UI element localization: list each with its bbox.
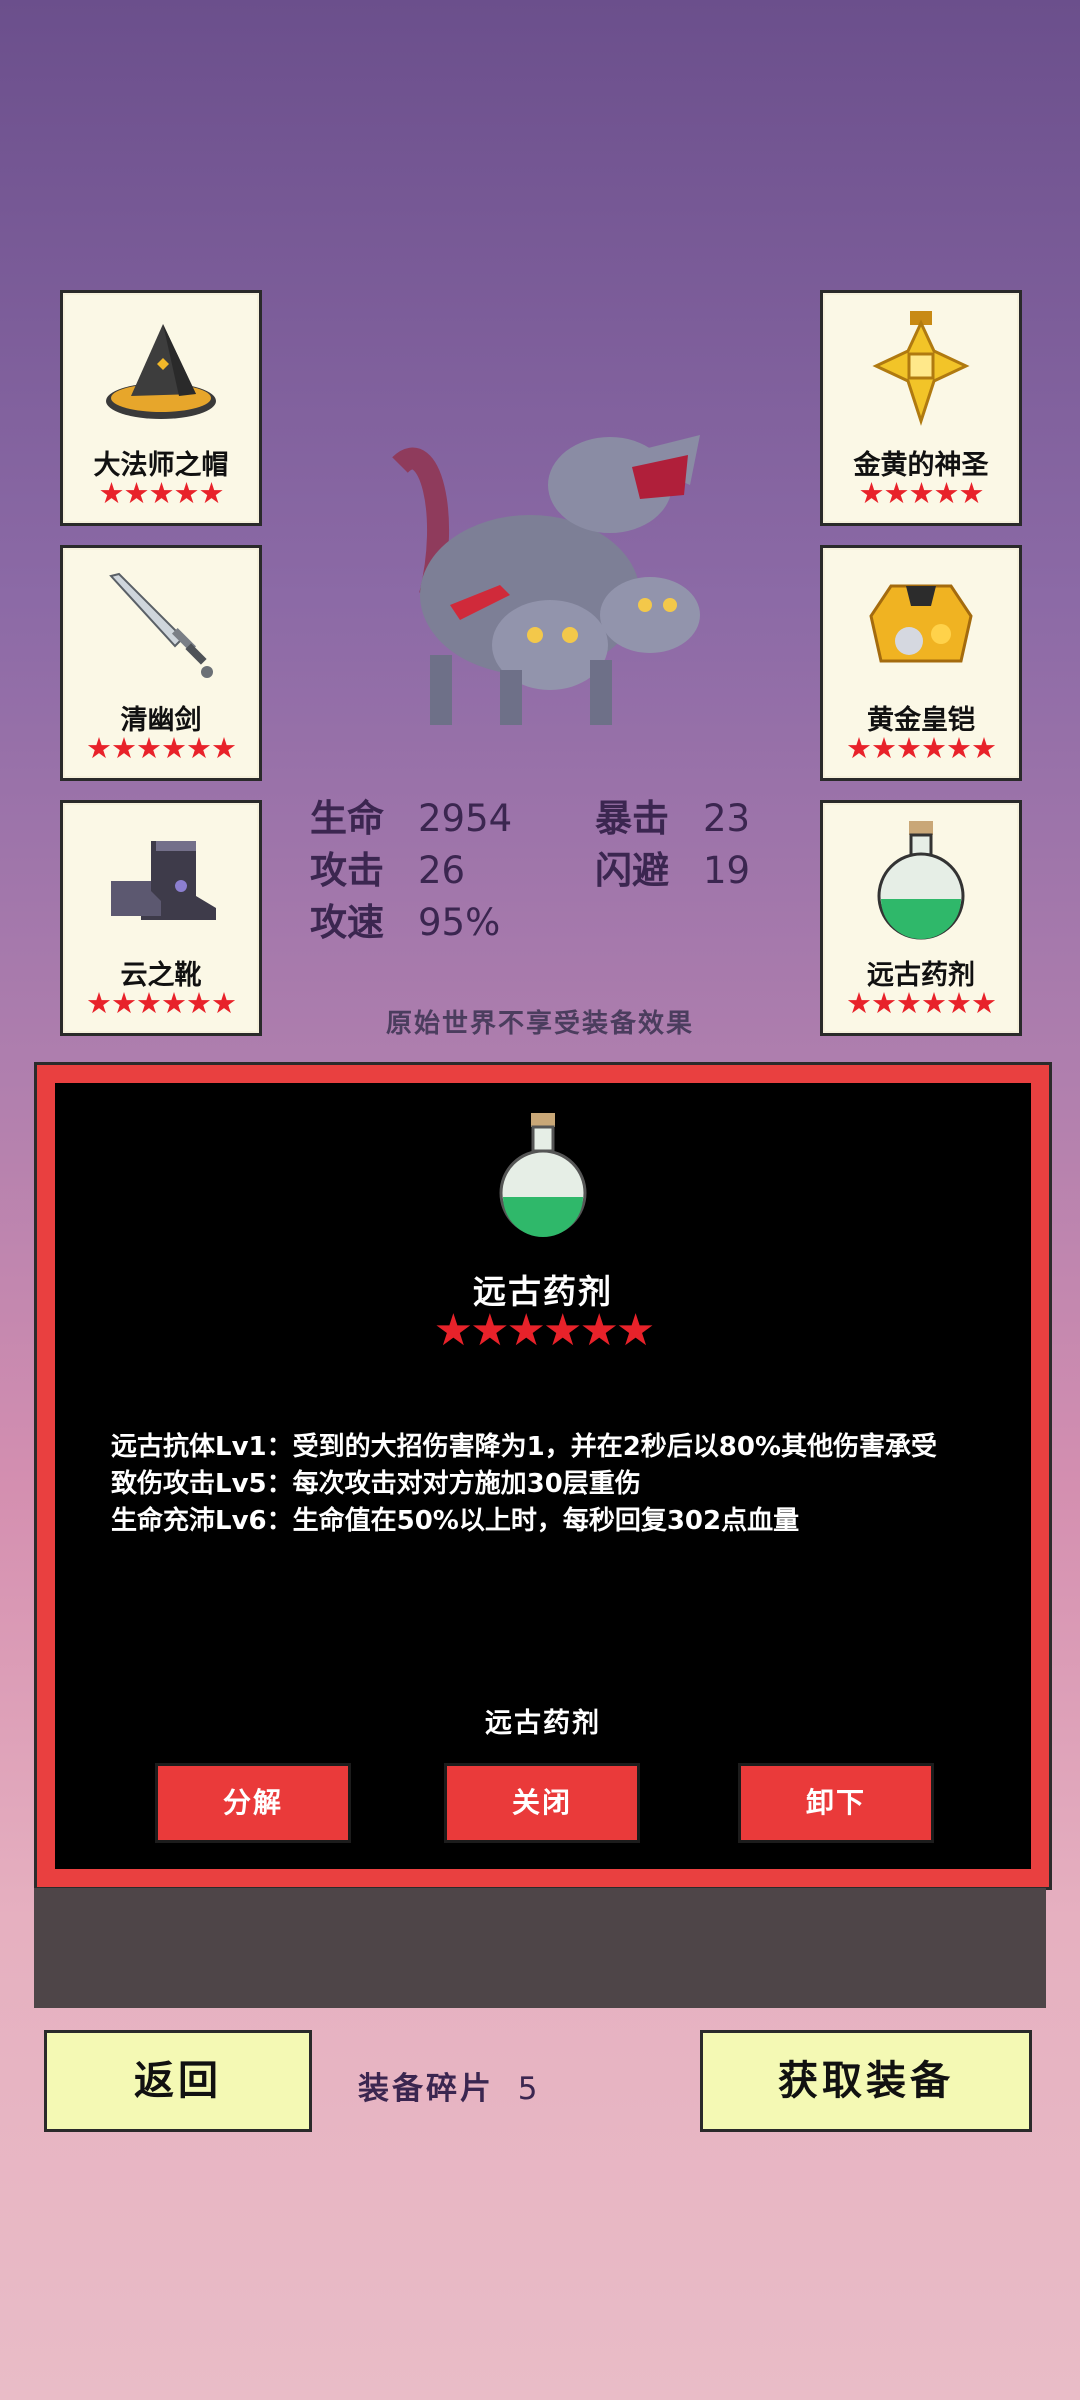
stat-label: 生命	[310, 797, 384, 840]
item-effect-line: 生命充沛Lv6：生命值在50%以上时，每秒回复302点血量	[111, 1506, 800, 1536]
unequip-button[interactable]: 卸下	[738, 1763, 934, 1843]
item-detail-panel: 远古药剂 ★★★★★★ 远古抗体Lv1：受到的大招伤害降为1，并在2秒后以80%…	[34, 1062, 1052, 1890]
item-effect-line: 致伤攻击Lv5：每次攻击对对方施加30层重伤	[111, 1469, 641, 1499]
sword-icon	[63, 566, 259, 686]
stat-dodge: 闪避 19	[595, 840, 750, 894]
world-notice: 原始世界不享受装备效果	[385, 1009, 694, 1039]
character-sprite	[370, 395, 720, 745]
stat-label: 攻击	[310, 849, 384, 892]
item-detail-body: 远古药剂 ★★★★★★ 远古抗体Lv1：受到的大招伤害降为1，并在2秒后以80%…	[55, 1083, 1031, 1869]
equip-stars: ★★★★★	[858, 476, 985, 510]
stat-hp: 生命 2954	[310, 788, 512, 842]
three-headed-dragon-icon	[392, 435, 700, 725]
stat-label: 攻速	[310, 901, 384, 944]
stat-value: 23	[703, 797, 751, 840]
stat-label: 闪避	[595, 849, 669, 892]
equip-stars: ★★★★★★	[846, 731, 997, 765]
get-equipment-button[interactable]: 获取装备	[700, 2030, 1032, 2132]
stat-value: 2954	[418, 797, 513, 840]
fragments-label: 装备碎片	[358, 2071, 494, 2107]
panel-footer-bar	[34, 1888, 1046, 2008]
holy-cross-icon	[823, 311, 1019, 431]
item-footer-name: 远古药剂	[485, 1708, 601, 1739]
equip-slot-sword[interactable]: 清幽剑 ★★★★★★	[60, 545, 262, 781]
stat-value: 95%	[418, 901, 501, 944]
stat-value: 26	[418, 849, 466, 892]
potion-icon	[823, 821, 1019, 941]
equip-stars: ★★★★★	[98, 476, 225, 510]
back-button[interactable]: 返回	[44, 2030, 312, 2132]
equip-slot-hat[interactable]: 大法师之帽 ★★★★★	[60, 290, 262, 526]
equip-slot-armor[interactable]: 黄金皇铠 ★★★★★★	[820, 545, 1022, 781]
stat-crit: 暴击 23	[595, 788, 750, 842]
fragments-value: 5	[517, 2071, 541, 2107]
equip-slot-potion[interactable]: 远古药剂 ★★★★★★	[820, 800, 1022, 1036]
item-effect-line: 远古抗体Lv1：受到的大招伤害降为1，并在2秒后以80%其他伤害承受	[111, 1432, 938, 1462]
equip-slot-boots[interactable]: 云之靴 ★★★★★★	[60, 800, 262, 1036]
wizard-hat-icon	[63, 311, 259, 431]
boots-icon	[63, 821, 259, 941]
stat-atk: 攻击 26	[310, 840, 465, 894]
item-description: 远古抗体Lv1：受到的大招伤害降为1，并在2秒后以80%其他伤害承受 致伤攻击L…	[111, 1429, 975, 1540]
stat-speed: 攻速 95%	[310, 892, 500, 946]
stat-value: 19	[703, 849, 751, 892]
equip-slot-holy[interactable]: 金黄的神圣 ★★★★★	[820, 290, 1022, 526]
close-button[interactable]: 关闭	[444, 1763, 640, 1843]
potion-icon	[55, 1113, 1031, 1238]
equip-stars: ★★★★★★	[86, 731, 237, 765]
decompose-button[interactable]: 分解	[155, 1763, 351, 1843]
stat-label: 暴击	[595, 797, 669, 840]
fragments-counter: 装备碎片 5	[358, 2063, 541, 2108]
item-stars: ★★★★★★	[433, 1305, 656, 1356]
golden-armor-icon	[823, 566, 1019, 686]
